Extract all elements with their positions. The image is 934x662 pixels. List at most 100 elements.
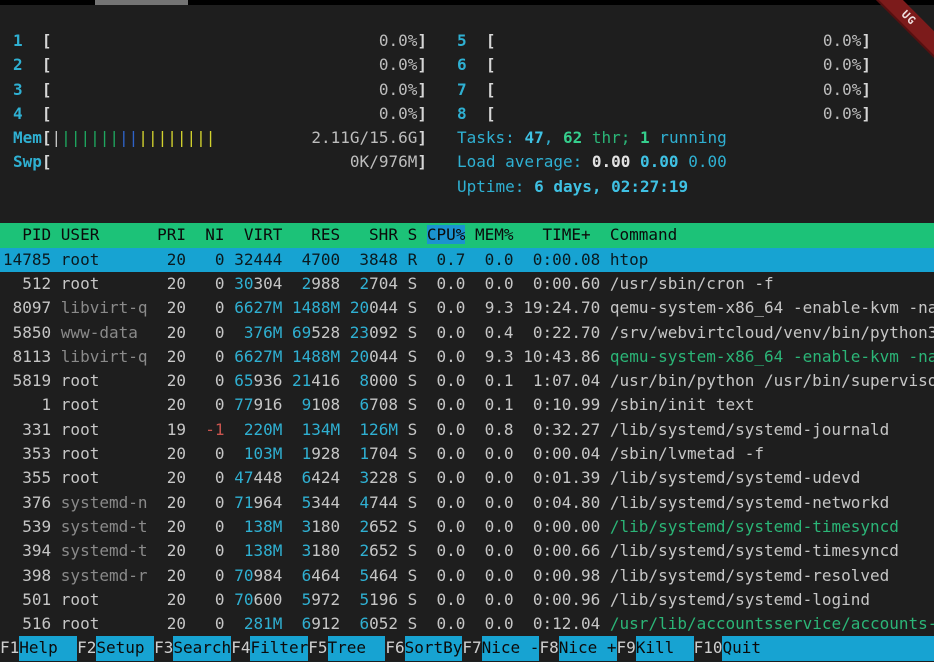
text-segment: 376M: [244, 323, 283, 342]
meter-label: 4: [13, 102, 42, 126]
fnkey-name: F5: [308, 636, 327, 660]
process-row-331[interactable]: 331 root 19 -1 220M 134M 126M S 0.0 0.8 …: [0, 418, 934, 442]
text-segment: 20 0: [148, 541, 244, 560]
meter-bar: |: [61, 128, 71, 147]
fnkey-f2[interactable]: F2Setup: [77, 636, 154, 660]
text-segment: 6627M: [234, 298, 282, 317]
fnkey-f6[interactable]: F6SortBy: [385, 636, 462, 660]
text-segment: 464: [311, 566, 359, 585]
fnkey-label: Help: [19, 636, 77, 660]
text-segment: Tasks:: [457, 128, 524, 147]
text-segment: 044 S 0.0 9.3 19:24.70: [369, 298, 610, 317]
fnkey-f8[interactable]: F8Nice +: [539, 636, 616, 660]
text-segment: 052 S 0.0 0.0 0:12.04: [369, 614, 610, 633]
text-segment: qemu-system-x86_64 -enable-kvm -na: [610, 347, 934, 366]
fnkey-f9[interactable]: F9Kill: [617, 636, 694, 660]
process-row-539[interactable]: 539 systemd-t 20 0 138M 3180 2652 S 0.0 …: [0, 515, 934, 539]
fnkey-label: Search: [173, 636, 231, 660]
meter-label: 8: [457, 102, 486, 126]
meter-body: 0.0%: [52, 78, 418, 102]
fnkey-f4[interactable]: F4Filter: [231, 636, 308, 660]
table-header-row[interactable]: PID USER PRI NI VIRT RES SHR S CPU% MEM%…: [0, 223, 934, 247]
fnkey-label: Setup: [96, 636, 154, 660]
meter-bar: |: [138, 128, 148, 147]
meter-value: 0K/976M: [350, 150, 417, 174]
fnkey-name: F7: [462, 636, 481, 660]
text-segment: 8097: [3, 298, 61, 317]
text-segment: systemd-n: [61, 493, 148, 512]
tasks-summary: Tasks: 47, 62 thr; 1 running: [457, 126, 871, 150]
meter-close-bracket: ]: [417, 126, 427, 150]
cpu-meter-1: 1[0.0%]: [13, 29, 427, 53]
text-segment: 47: [524, 128, 543, 147]
text-segment: 103M: [244, 444, 283, 463]
meter-body: 0.0%: [496, 53, 862, 77]
text-segment: 6: [302, 566, 312, 585]
fnkey-f1[interactable]: F1Help: [0, 636, 77, 660]
fnkey-f7[interactable]: F7Nice -: [462, 636, 539, 660]
text-segment: 424: [311, 468, 359, 487]
meter-bar: |: [196, 128, 206, 147]
meter-bar: |: [167, 128, 177, 147]
text-segment: 20: [350, 347, 369, 366]
meter-bar: |: [109, 128, 119, 147]
meter-bar: |: [158, 128, 168, 147]
text-segment: 355 root 20 0: [3, 468, 234, 487]
process-row-394[interactable]: 394 systemd-t 20 0 138M 3180 2652 S 0.0 …: [0, 539, 934, 563]
text-segment: 108: [311, 395, 359, 414]
fnkey-f5[interactable]: F5Tree: [308, 636, 385, 660]
process-row-14785[interactable]: 14785 root 20 0 32444 4700 3848 R 0.7 0.…: [0, 248, 934, 272]
text-segment: 23: [350, 323, 369, 342]
text-segment: 6627M: [234, 347, 282, 366]
text-segment: 20 0: [148, 493, 235, 512]
process-row-501[interactable]: 501 root 20 0 70600 5972 5196 S 0.0 0.0 …: [0, 588, 934, 612]
text-segment: 398: [3, 566, 61, 585]
text-segment: /lib/systemd/systemd-timesyncd: [610, 517, 899, 536]
text-segment: Uptime:: [457, 177, 534, 196]
meter-column-right: 5[0.0%]6[0.0%]7[0.0%]8[0.0%]Tasks: 47, 6…: [457, 29, 871, 199]
text-segment: 77: [234, 395, 253, 414]
text-segment: 6 days, 02:27:19: [534, 177, 688, 196]
text-segment: 70: [234, 590, 253, 609]
process-row-8113[interactable]: 8113 libvirt-q 20 0 6627M 1488M 20044 S …: [0, 345, 934, 369]
text-segment: 448: [253, 468, 301, 487]
text-segment: systemd-r: [61, 566, 148, 585]
process-row-398[interactable]: 398 systemd-r 20 0 70984 6464 5464 S 0.0…: [0, 564, 934, 588]
fnkey-name: F9: [617, 636, 636, 660]
text-segment: S 0.0 0.8 0:32.27: [398, 420, 610, 439]
process-row-376[interactable]: 376 systemd-n 20 0 71964 5344 4744 S 0.0…: [0, 491, 934, 515]
process-row-5819[interactable]: 5819 root 20 0 65936 21416 8000 S 0.0 0.…: [0, 369, 934, 393]
fnkey-f10[interactable]: F10Quit: [694, 636, 934, 660]
process-row-5850[interactable]: 5850 www-data 20 0 376M 69528 23092 S 0.…: [0, 321, 934, 345]
process-row-1[interactable]: 1 root 20 0 77916 9108 6708 S 0.0 0.1 0:…: [0, 393, 934, 417]
fnkey-f3[interactable]: F3Search: [154, 636, 231, 660]
meter-label: 6: [457, 53, 486, 77]
text-segment: [282, 444, 301, 463]
meter-value: 0.0%: [379, 102, 418, 126]
process-row-512[interactable]: 512 root 20 0 30304 2988 2704 S 0.0 0.0 …: [0, 272, 934, 296]
process-row-353[interactable]: 353 root 20 0 103M 1928 1704 S 0.0 0.0 0…: [0, 442, 934, 466]
process-row-355[interactable]: 355 root 20 0 47448 6424 3228 S 0.0 0.0 …: [0, 466, 934, 490]
meter-bar: |: [52, 128, 62, 147]
text-segment: 20: [350, 298, 369, 317]
text-segment: CPU%: [427, 225, 466, 244]
load-average: Load average: 0.00 0.00 0.00: [457, 150, 871, 174]
text-segment: 47: [234, 468, 253, 487]
text-segment: 71: [234, 493, 253, 512]
text-segment: 501 root 20 0: [3, 590, 234, 609]
cpu-meter-5: 5[0.0%]: [457, 29, 871, 53]
text-segment: 30: [234, 274, 253, 293]
meter-bar: |: [90, 128, 100, 147]
fnkey-label: Nice +: [559, 636, 617, 660]
text-segment: 0.00: [688, 152, 727, 171]
text-segment: /sbin/lvmetad -f: [610, 444, 764, 463]
text-segment: 65: [234, 371, 253, 390]
text-segment: 6: [302, 468, 312, 487]
text-segment: 972: [311, 590, 359, 609]
text-segment: qemu-system-x86_64 -enable-kvm -na: [610, 298, 934, 317]
text-segment: 652 S 0.0 0.0 0:00.66: [369, 541, 610, 560]
text-segment: 3: [359, 468, 369, 487]
text-segment: 916: [253, 395, 301, 414]
process-row-8097[interactable]: 8097 libvirt-q 20 0 6627M 1488M 20044 S …: [0, 296, 934, 320]
process-row-516[interactable]: 516 root 20 0 281M 6912 6052 S 0.0 0.0 0…: [0, 612, 934, 636]
